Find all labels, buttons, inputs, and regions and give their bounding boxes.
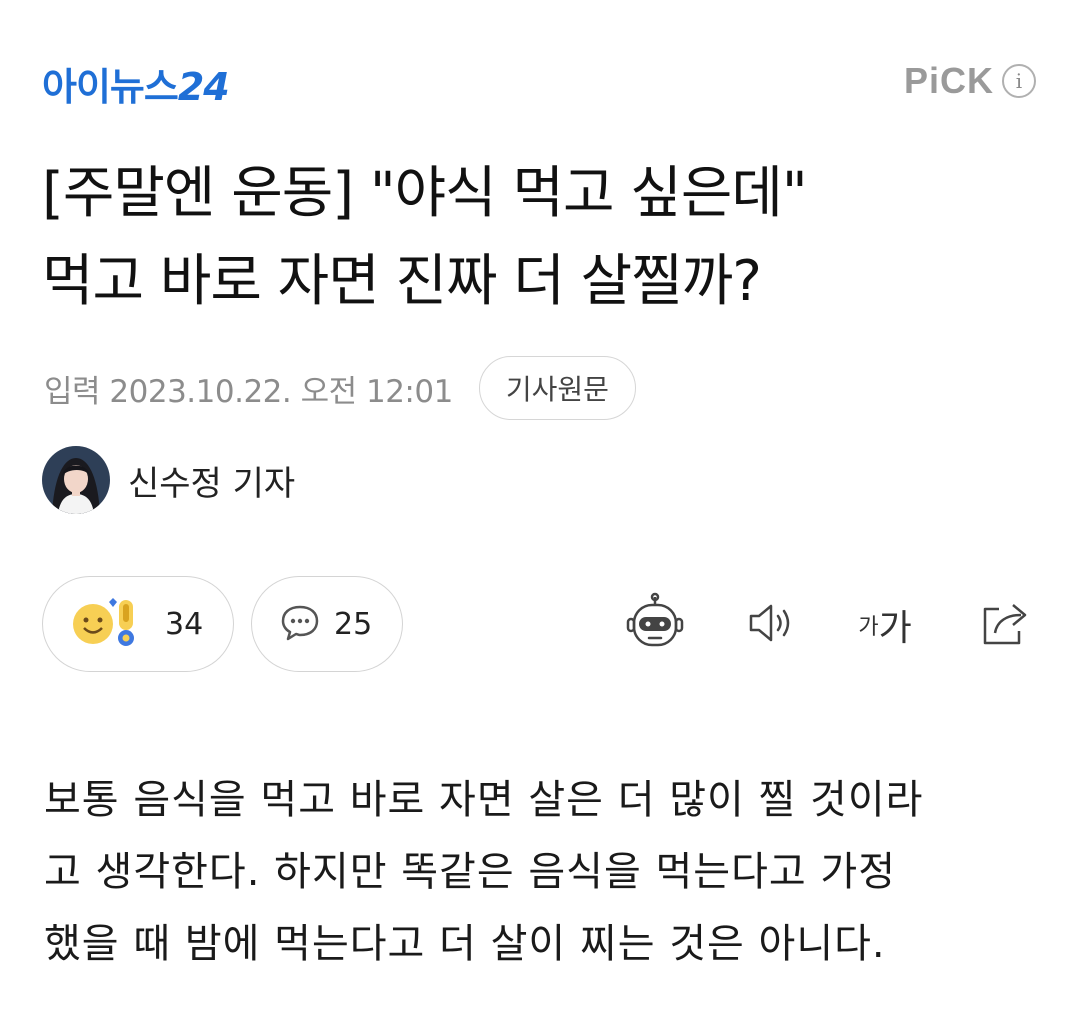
original-article-button[interactable]: 기사원문 [478,356,636,420]
reaction-count: 34 [165,606,204,642]
logo-number: 24 [177,65,230,109]
logo-text: 아이뉴스 [42,65,179,109]
reporter-name: 신수정 기자 [128,463,296,504]
publish-date: 입력 2023.10.22. 오전 12:01 [44,373,453,410]
pick-badge[interactable]: PiCK i [904,60,1036,102]
title-line: 먹고 바로 자면 진짜 더 살찔까? [42,249,762,314]
reaction-emoji-icon [71,594,151,654]
article-meta: 입력 2023.10.22. 오전 12:01 기사원문 [44,356,636,420]
reporter-avatar[interactable] [42,446,110,514]
article-body: 보통 음식을 먹고 바로 자면 살은 더 많이 찔 것이라 고 생각한다. 하지… [44,764,1044,980]
font-size-small-label: 가 [858,615,879,640]
site-logo[interactable]: 아이뉴스24 [42,56,230,111]
font-size-big-label: 가 [878,608,912,649]
title-line: [주말엔 운동] "야식 먹고 싶은데" [42,161,808,226]
listen-button[interactable] [740,592,806,658]
speaker-icon [745,601,801,649]
pick-label: PiCK [903,60,994,101]
font-size-button[interactable]: 가가 [852,592,918,658]
body-line: 보통 음식을 먹고 바로 자면 살은 더 많이 찔 것이라 [44,777,924,823]
article-title: [주말엔 운동] "야식 먹고 싶은데" 먹고 바로 자면 진짜 더 살찔까? [42,150,1042,326]
summary-bot-icon [623,591,687,659]
body-line: 했을 때 밤에 먹는다고 더 살이 찌는 것은 아니다. [44,921,886,967]
comment-button[interactable]: 25 [251,576,403,672]
reporter[interactable]: 신수정 기자 [42,446,295,514]
share-icon [977,597,1033,653]
info-icon[interactable]: i [1002,64,1036,98]
comment-bubble-icon [280,602,320,646]
share-button[interactable] [972,592,1038,658]
body-line: 고 생각한다. 하지만 똑같은 음식을 먹는다고 가정 [44,849,897,895]
comment-count: 25 [334,606,373,642]
reaction-button[interactable]: 34 [42,576,234,672]
summary-bot-button[interactable] [622,592,688,658]
